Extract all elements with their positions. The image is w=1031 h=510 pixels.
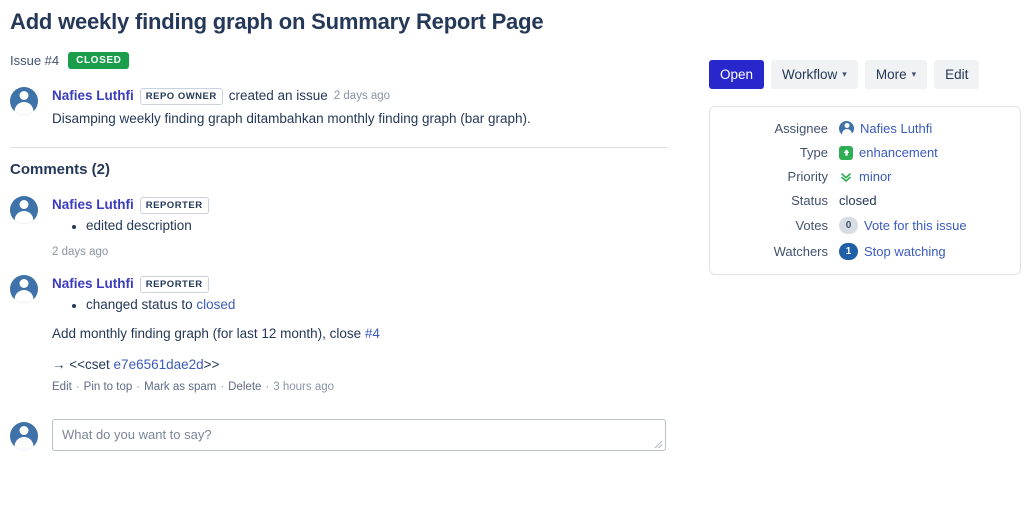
original-post-header: Nafies Luthfi REPO OWNER created an issu…: [52, 87, 690, 105]
reply-area: What do you want to say?: [10, 419, 690, 457]
more-button[interactable]: More ▾: [864, 60, 928, 89]
status-value: closed: [839, 193, 877, 208]
issue-main-column: Add weekly finding graph on Summary Repo…: [10, 0, 690, 457]
info-row-status: Status closed: [710, 193, 1004, 208]
avatar: [10, 87, 38, 115]
resize-handle-icon[interactable]: [653, 439, 663, 449]
comment-body-text: Add monthly finding graph (for last 12 m…: [52, 326, 365, 341]
votes-value: 0 Vote for this issue: [839, 217, 967, 234]
info-row-priority: Priority minor: [710, 169, 1004, 184]
mark-as-spam-link[interactable]: Mark as spam: [144, 381, 216, 393]
original-post-body: Disamping weekly finding graph ditambahk…: [52, 109, 690, 128]
role-badge-reporter: REPORTER: [139, 275, 209, 293]
status-badge: CLOSED: [68, 52, 130, 69]
separator: ·: [136, 381, 141, 393]
avatar: [839, 121, 854, 136]
post-timestamp: 2 days ago: [333, 90, 391, 102]
change-list: changed status to closed: [52, 295, 690, 314]
type-link[interactable]: enhancement: [859, 145, 938, 160]
section-divider: [10, 147, 668, 148]
assignee-link[interactable]: Nafies Luthfi: [860, 121, 932, 136]
cset-open: <<cset: [69, 357, 114, 372]
author-link[interactable]: Nafies Luthfi: [52, 275, 134, 293]
comments-heading: Comments (2): [10, 161, 111, 178]
workflow-button[interactable]: Workflow ▾: [771, 60, 858, 89]
avatar: [10, 422, 38, 450]
pin-to-top-link[interactable]: Pin to top: [84, 381, 133, 393]
comment-input-wrapper[interactable]: What do you want to say?: [52, 419, 666, 451]
priority-double-chevron-down-icon: [839, 170, 853, 184]
comment-actions: Edit · Pin to top · Mark as spam · Delete · 3 ho…: [52, 381, 690, 393]
avatar: [10, 275, 38, 303]
issue-info-panel: Assignee Nafies Luthfi Type enhancement …: [709, 106, 1021, 275]
priority-value: minor: [839, 169, 892, 184]
enhancement-arrow-up-icon: [839, 145, 853, 160]
change-entry: changed status to closed: [86, 295, 690, 314]
cset-close: >>: [203, 357, 220, 372]
chevron-down-icon: ▾: [911, 69, 917, 79]
workflow-label: Workflow: [782, 67, 838, 82]
type-label: Type: [799, 145, 828, 160]
open-button[interactable]: Open: [709, 60, 765, 89]
changeset-line: → <<cset e7e6561dae2d>>: [52, 357, 690, 372]
delete-comment-link[interactable]: Delete: [228, 381, 261, 393]
action-toolbar: Open Workflow ▾ More ▾ Edit: [709, 60, 1021, 89]
issue-ref-link[interactable]: #4: [365, 326, 380, 341]
author-link[interactable]: Nafies Luthfi: [52, 87, 134, 105]
info-row-assignee: Assignee Nafies Luthfi: [710, 121, 1004, 136]
comment-item: Nafies Luthfi REPORTER changed status to…: [10, 275, 690, 393]
assignee-label: Assignee: [774, 121, 828, 136]
original-post: Nafies Luthfi REPO OWNER created an issu…: [10, 87, 690, 128]
issue-meta: Issue #4 CLOSED: [10, 52, 690, 69]
description-text: Disamping weekly finding graph ditambahk…: [52, 111, 531, 126]
assignee-value[interactable]: Nafies Luthfi: [839, 121, 932, 136]
change-list: edited description: [52, 216, 690, 235]
stop-watching-link[interactable]: Stop watching: [864, 244, 946, 259]
separator: ·: [75, 381, 80, 393]
separator: ·: [220, 381, 225, 393]
comment-header: Nafies Luthfi REPORTER: [52, 196, 690, 214]
role-badge-reporter: REPORTER: [139, 196, 209, 214]
avatar: [10, 196, 38, 224]
comment-header: Nafies Luthfi REPORTER: [52, 275, 690, 293]
watchers-value: 1 Stop watching: [839, 243, 946, 260]
info-row-type: Type enhancement: [710, 145, 1004, 160]
comment-body: Add monthly finding graph (for last 12 m…: [52, 324, 690, 343]
arrow-icon: →: [52, 357, 66, 372]
issue-detail-page: Add weekly finding graph on Summary Repo…: [0, 0, 1031, 510]
info-row-votes: Votes 0 Vote for this issue: [710, 217, 1004, 234]
edit-comment-link[interactable]: Edit: [52, 381, 72, 393]
status-label: Status: [791, 193, 828, 208]
info-row-watchers: Watchers 1 Stop watching: [710, 243, 1004, 260]
page-title: Add weekly finding graph on Summary Repo…: [10, 9, 544, 34]
separator: ·: [265, 381, 270, 393]
comment-input-placeholder: What do you want to say?: [62, 427, 212, 442]
comment-timestamp: 3 hours ago: [273, 381, 335, 393]
votes-count-badge: 0: [839, 217, 858, 234]
watchers-count-badge: 1: [839, 243, 858, 260]
change-prefix: changed status to: [86, 297, 193, 312]
comment-item: Nafies Luthfi REPORTER edited descriptio…: [10, 196, 690, 258]
post-action-text: created an issue: [228, 88, 328, 103]
role-badge-repo-owner: REPO OWNER: [139, 87, 223, 105]
votes-label: Votes: [795, 218, 828, 233]
more-label: More: [875, 67, 907, 82]
comment-timestamp: 2 days ago: [52, 246, 109, 258]
issue-number: Issue #4: [10, 53, 60, 68]
priority-label: Priority: [787, 169, 828, 184]
priority-link[interactable]: minor: [859, 169, 892, 184]
edit-button[interactable]: Edit: [934, 60, 980, 89]
issue-sidebar: Open Workflow ▾ More ▾ Edit Assignee Naf…: [709, 0, 1021, 275]
changeset-hash-link[interactable]: e7e6561dae2d: [114, 357, 204, 372]
watchers-label: Watchers: [773, 244, 828, 259]
vote-for-issue-link[interactable]: Vote for this issue: [864, 218, 967, 233]
change-entry: edited description: [86, 216, 690, 235]
status-link-closed[interactable]: closed: [196, 297, 235, 312]
chevron-down-icon: ▾: [842, 69, 847, 79]
type-value: enhancement: [839, 145, 938, 160]
author-link[interactable]: Nafies Luthfi: [52, 196, 134, 214]
